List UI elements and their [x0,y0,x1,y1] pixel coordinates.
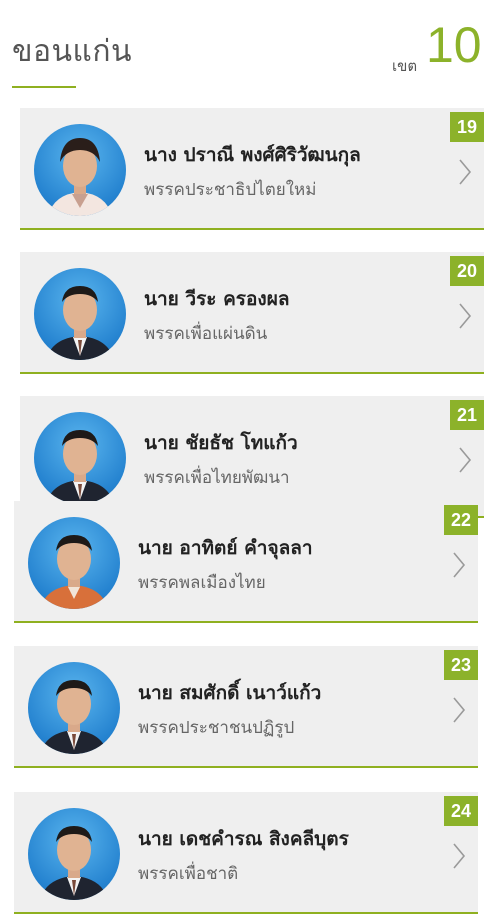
chevron-right-icon[interactable] [458,302,472,330]
candidate-portrait [46,430,114,504]
candidate-name: นาย อาทิตย์ คำจุลลา [138,537,313,559]
candidate-number-badge: 21 [450,400,484,430]
candidate-card[interactable]: นาย วีระ ครองผลพรรคเพื่อแผ่นดิน 20 [20,252,484,374]
candidate-party: พรรคเพื่อชาติ [138,864,239,884]
candidate-number-badge: 20 [450,256,484,286]
page-header: ขอนแก่น เขต 10 [0,0,504,100]
candidate-photo [28,517,120,609]
candidate-name: นาย สมศักดิ์ เนาว์แก้ว [138,682,322,704]
candidate-party: พรรคเพื่อแผ่นดิน [144,324,268,344]
candidate-photo [34,268,126,360]
district-number: 10 [426,17,482,73]
candidate-name: นาย ชัยธัช โทแก้ว [144,432,298,454]
candidate-portrait [46,286,114,360]
candidate-party: พรรคประชาธิปไตยใหม่ [144,180,317,200]
candidate-photo [34,124,126,216]
province-title: ขอนแก่น [12,34,133,69]
candidate-photo [28,808,120,900]
chevron-right-icon[interactable] [452,842,466,870]
candidate-number-badge: 23 [444,650,478,680]
candidate-portrait [40,535,108,609]
candidate-name: นาย วีระ ครองผล [144,288,290,310]
candidate-portrait [48,138,112,216]
candidate-card[interactable]: นาย อาทิตย์ คำจุลลาพรรคพลเมืองไทย 22 [14,501,478,623]
district-label: เขต [392,57,418,75]
candidate-photo [34,412,126,504]
chevron-right-icon[interactable] [452,696,466,724]
candidate-card[interactable]: นาง ปราณี พงศ์ศิริวัฒนกุลพรรคประชาธิปไตย… [20,108,484,230]
candidate-portrait [40,680,108,754]
candidate-card[interactable]: นาย สมศักดิ์ เนาว์แก้วพรรคประชาชนปฏิรูป 2… [14,646,478,768]
candidate-party: พรรคพลเมืองไทย [138,573,266,593]
candidate-name: นาง ปราณี พงศ์ศิริวัฒนกุล [144,144,361,166]
candidate-party: พรรคประชาชนปฏิรูป [138,718,295,738]
candidate-party: พรรคเพื่อไทยพัฒนา [144,468,290,488]
candidate-number-badge: 22 [444,505,478,535]
chevron-right-icon[interactable] [452,551,466,579]
title-underline [12,86,76,88]
candidate-portrait [40,826,108,900]
chevron-right-icon[interactable] [458,446,472,474]
candidate-number-badge: 19 [450,112,484,142]
chevron-right-icon[interactable] [458,158,472,186]
candidate-number-badge: 24 [444,796,478,826]
candidate-name: นาย เดชคำรณ สิงคลีบุตร [138,828,349,850]
candidate-card[interactable]: นาย เดชคำรณ สิงคลีบุตรพรรคเพื่อชาติ 24 [14,792,478,914]
candidate-photo [28,662,120,754]
candidate-card[interactable]: นาย ชัยธัช โทแก้วพรรคเพื่อไทยพัฒนา 21 [20,396,484,518]
